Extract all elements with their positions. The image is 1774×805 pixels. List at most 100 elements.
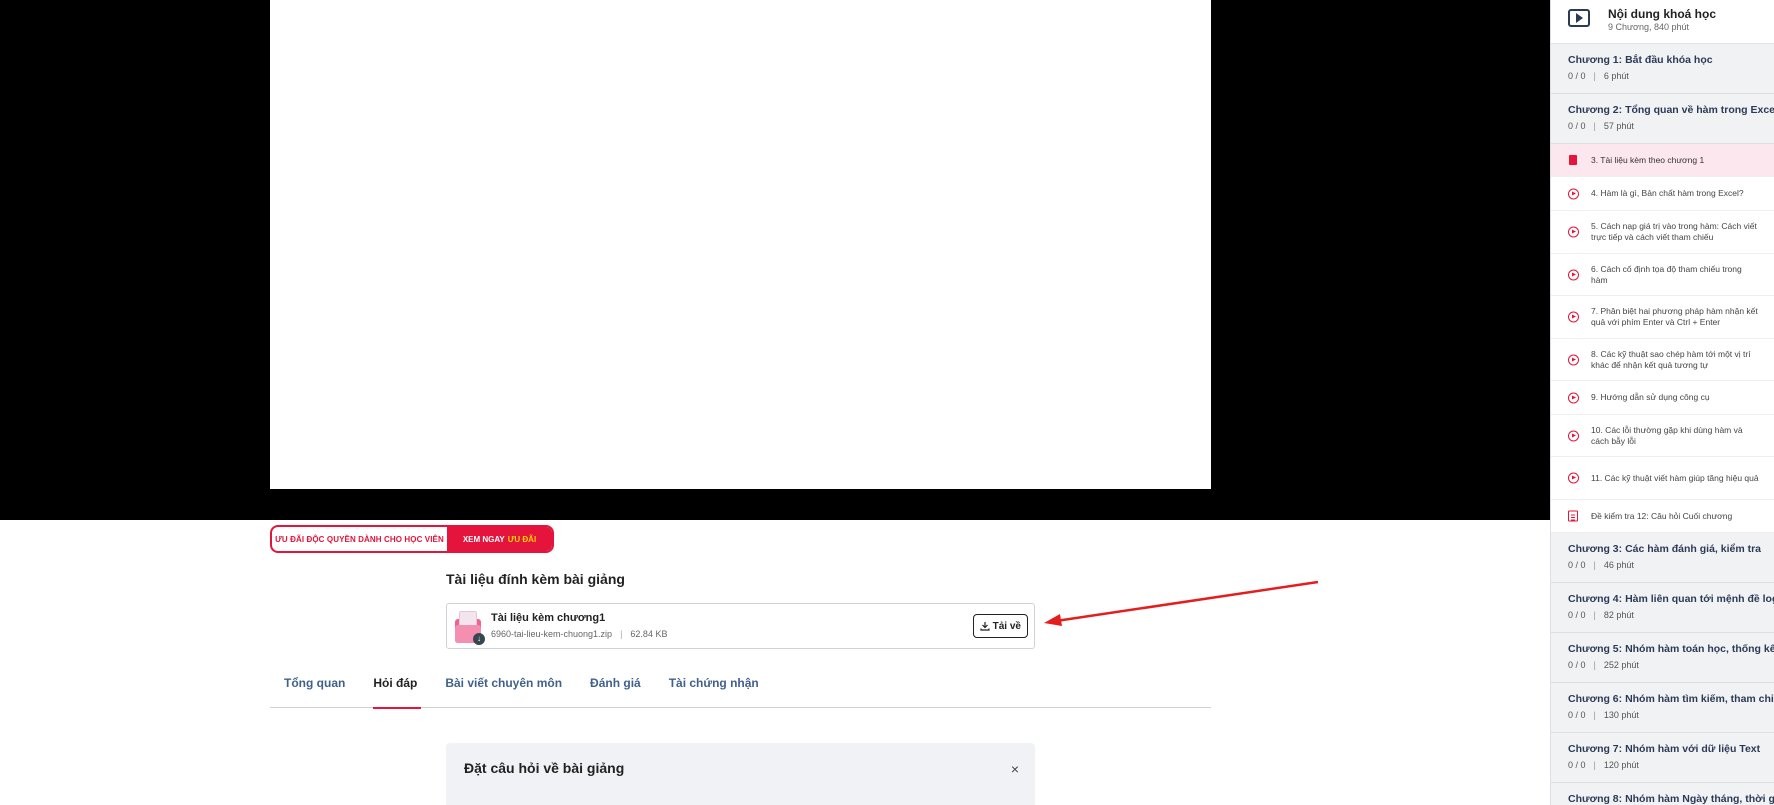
chapter-title: Chương 7: Nhóm hàm với dữ liệu Text	[1568, 743, 1761, 755]
tab-articles[interactable]: Bài viết chuyên môn	[431, 670, 576, 708]
lesson-item[interactable]: 9. Hướng dẫn sử dụng công cụ	[1551, 381, 1774, 415]
sidebar-title: Nội dung khoá học	[1608, 7, 1716, 21]
video-icon	[1568, 9, 1590, 27]
chapter-progress: 0 / 0	[1568, 660, 1586, 670]
page-root: ƯU ĐÃI ĐỘC QUYỀN DÀNH CHO HỌC VIÊN XEM N…	[0, 0, 1774, 805]
chapter-duration: 46 phút	[1603, 560, 1634, 570]
lesson-item[interactable]: 7. Phân biệt hai phương pháp hàm nhận kế…	[1551, 296, 1774, 339]
lesson-title: Đề kiểm tra 12: Câu hỏi Cuối chương	[1591, 510, 1733, 521]
chapter-title: Chương 3: Các hàm đánh giá, kiểm tra	[1568, 543, 1762, 555]
tab-overview[interactable]: Tổng quan	[270, 670, 359, 708]
document-icon	[1569, 155, 1577, 165]
chapter-duration: 252 phút	[1603, 660, 1639, 670]
play-circle-icon	[1568, 311, 1579, 323]
attachment-filename: 6960-tai-lieu-kem-chuong1.zip	[491, 629, 613, 639]
chapter-item[interactable]: Chương 6: Nhóm hàm tìm kiếm, tham chiếu …	[1551, 683, 1774, 733]
lesson-title: 7. Phân biệt hai phương pháp hàm nhận kế…	[1591, 306, 1758, 327]
chapter-item[interactable]: Chương 3: Các hàm đánh giá, kiểm tra 0 /…	[1551, 533, 1774, 583]
quiz-icon	[1568, 510, 1578, 522]
lesson-item[interactable]: 3. Tài liệu kèm theo chương 1	[1551, 144, 1774, 177]
chapter-duration: 57 phút	[1603, 121, 1634, 131]
chapter-meta: 0 / 0 | 46 phút	[1568, 560, 1774, 570]
play-circle-icon	[1568, 188, 1579, 199]
play-circle-icon	[1568, 392, 1579, 403]
promo-cta-highlight: ƯU ĐÃI	[507, 534, 537, 544]
lesson-title: 6. Cách cố định tọa độ tham chiếu trong …	[1591, 263, 1742, 285]
chapter-meta: 0 / 0 | 252 phút	[1568, 660, 1774, 670]
course-content-sidebar: Nội dung khoá học 9 Chương, 840 phút Chư…	[1550, 0, 1774, 805]
play-circle-icon	[1568, 269, 1579, 280]
lesson-viewer[interactable]	[270, 0, 1211, 489]
meta-separator: |	[1593, 71, 1596, 81]
lesson-item[interactable]: 6. Cách cố định tọa độ tham chiếu trong …	[1551, 254, 1774, 296]
chapter-title: Chương 2: Tổng quan về hàm trong Excel	[1568, 104, 1774, 116]
play-circle-icon	[1568, 226, 1579, 238]
chapter-duration: 120 phút	[1603, 760, 1639, 770]
download-icon	[980, 622, 990, 631]
chapter-progress: 0 / 0	[1568, 71, 1586, 81]
chapter-progress: 0 / 0	[1568, 760, 1586, 770]
chapter-duration: 6 phút	[1603, 71, 1629, 81]
meta-separator: |	[1593, 121, 1596, 131]
meta-separator: |	[1593, 760, 1596, 770]
meta-separator: |	[1593, 560, 1596, 570]
chapter-item[interactable]: Chương 4: Hàm liên quan tới mệnh đề logi…	[1551, 583, 1774, 633]
chapter-meta: 0 / 0 | 130 phút	[1568, 710, 1774, 720]
chapter-item[interactable]: Chương 5: Nhóm hàm toán học, thống kê 0 …	[1551, 633, 1774, 683]
lesson-title: 9. Hướng dẫn sử dụng công cụ	[1591, 392, 1710, 402]
ask-question-panel: Đặt câu hỏi về bài giảng ×	[446, 743, 1035, 805]
meta-separator: |	[620, 629, 623, 639]
play-circle-icon	[1568, 430, 1579, 441]
chapter-item[interactable]: Chương 2: Tổng quan về hàm trong Excel 0…	[1551, 94, 1774, 144]
promo-banner[interactable]: ƯU ĐÃI ĐỘC QUYỀN DÀNH CHO HỌC VIÊN XEM N…	[270, 525, 554, 553]
chapter-meta: 0 / 0 | 6 phút	[1568, 71, 1774, 81]
lesson-title: 8. Các kỹ thuật sao chép hàm tới một vị …	[1591, 348, 1751, 370]
chapter-meta: 0 / 0 | 120 phút	[1568, 760, 1774, 770]
chapter-item[interactable]: Chương 7: Nhóm hàm với dữ liệu Text 0 / …	[1551, 733, 1774, 783]
lesson-item[interactable]: 5. Cách nạp giá trị vào trong hàm: Cách …	[1551, 211, 1774, 254]
chapter-title: Chương 4: Hàm liên quan tới mệnh đề logi…	[1568, 593, 1774, 605]
lesson-item[interactable]: 10. Các lỗi thường gặp khi dùng hàm và c…	[1551, 415, 1774, 457]
attachment-meta: 6960-tai-lieu-kem-chuong1.zip | 62.84 KB	[491, 629, 667, 639]
lesson-item[interactable]: Đề kiểm tra 12: Câu hỏi Cuối chương	[1551, 500, 1774, 533]
video-area	[0, 0, 1550, 520]
tab-reviews[interactable]: Đánh giá	[576, 670, 655, 708]
promo-label: ƯU ĐÃI ĐỘC QUYỀN DÀNH CHO HỌC VIÊN	[275, 534, 444, 544]
annotation-arrow	[1044, 580, 1319, 626]
download-button[interactable]: Tải về	[972, 614, 1028, 638]
chapter-progress: 0 / 0	[1568, 610, 1586, 620]
lesson-item[interactable]: 11. Các kỹ thuật viết hàm giúp tăng hiệu…	[1551, 457, 1774, 500]
content-tabs: Tổng quan Hỏi đáp Bài viết chuyên môn Đá…	[270, 670, 1211, 709]
ask-title: Đặt câu hỏi về bài giảng	[464, 760, 625, 776]
chapter-item[interactable]: Chương 1: Bắt đầu khóa học 0 / 0 | 6 phút	[1551, 44, 1774, 94]
lesson-title: 11. Các kỹ thuật viết hàm giúp tăng hiệu…	[1591, 472, 1759, 483]
meta-separator: |	[1593, 610, 1596, 620]
play-circle-icon	[1568, 354, 1579, 365]
chapter-meta: 0 / 0 | 57 phút	[1568, 121, 1774, 131]
lesson-item[interactable]: 8. Các kỹ thuật sao chép hàm tới một vị …	[1551, 339, 1774, 381]
chapter-duration: 130 phút	[1603, 710, 1639, 720]
chapter-title: Chương 8: Nhóm hàm Ngày tháng, thời gian	[1568, 793, 1774, 805]
download-label: Tải về	[992, 620, 1021, 632]
chapter-progress: 0 / 0	[1568, 121, 1586, 131]
chapter-progress: 0 / 0	[1568, 710, 1586, 720]
chapter-item[interactable]: Chương 8: Nhóm hàm Ngày tháng, thời gian	[1551, 783, 1774, 805]
attachment-card: ↓ Tài liệu kèm chương1 6960-tai-lieu-kem…	[446, 603, 1035, 649]
tab-qa[interactable]: Hỏi đáp	[359, 670, 431, 709]
chapter-title: Chương 6: Nhóm hàm tìm kiếm, tham chiếu	[1568, 693, 1774, 705]
attachment-size: 62.84 KB	[630, 629, 668, 639]
lesson-title: 4. Hàm là gì, Bản chất hàm trong Excel?	[1591, 188, 1744, 198]
folder-download-icon: ↓	[455, 611, 485, 645]
promo-cta-button[interactable]: XEM NGAY ƯU ĐÃI	[447, 527, 552, 551]
meta-separator: |	[1593, 660, 1596, 670]
chapter-title: Chương 5: Nhóm hàm toán học, thống kê	[1568, 643, 1774, 655]
close-icon[interactable]: ×	[1011, 761, 1019, 777]
sidebar-header: Nội dung khoá học 9 Chương, 840 phút	[1551, 0, 1774, 44]
play-circle-icon	[1568, 472, 1579, 484]
chapter-progress: 0 / 0	[1568, 560, 1586, 570]
promo-cta-label: XEM NGAY	[462, 534, 505, 544]
lesson-item[interactable]: 4. Hàm là gì, Bản chất hàm trong Excel?	[1551, 177, 1774, 211]
tab-certificate[interactable]: Tài chứng nhận	[655, 670, 773, 708]
meta-separator: |	[1593, 710, 1596, 720]
lesson-title: 10. Các lỗi thường gặp khi dùng hàm và c…	[1591, 424, 1743, 446]
